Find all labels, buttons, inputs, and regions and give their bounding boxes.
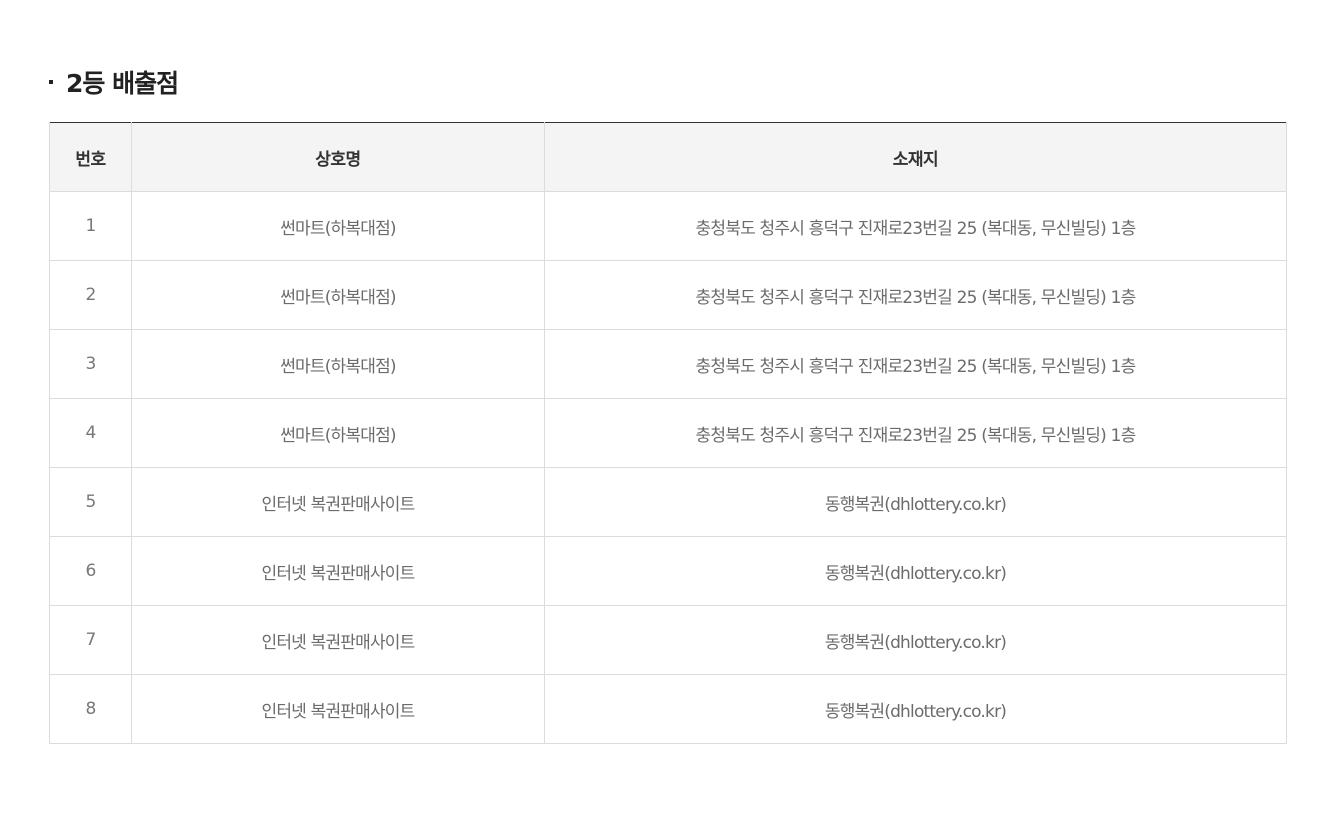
table-row: 1 썬마트(하복대점) 충청북도 청주시 흥덕구 진재로23번길 25 (복대동… bbox=[49, 191, 1287, 261]
row-store-name: 인터넷 복권판매사이트 bbox=[131, 674, 545, 744]
row-number: 7 bbox=[49, 605, 132, 675]
section-title: 2등 배출점 bbox=[49, 62, 1286, 106]
row-address: 충청북도 청주시 흥덕구 진재로23번길 25 (복대동, 무신빌딩) 1층 bbox=[544, 260, 1287, 330]
row-number: 3 bbox=[49, 329, 132, 399]
row-number: 5 bbox=[49, 467, 132, 537]
second-prize-stores-section: 2등 배출점 번호 상호명 소재지 1 썬마트(하복대점) 충청북도 청주시 흥… bbox=[49, 62, 1287, 744]
stores-table: 번호 상호명 소재지 1 썬마트(하복대점) 충청북도 청주시 흥덕구 진재로2… bbox=[49, 122, 1287, 744]
row-store-name: 인터넷 복권판매사이트 bbox=[131, 536, 545, 606]
row-address: 충청북도 청주시 흥덕구 진재로23번길 25 (복대동, 무신빌딩) 1층 bbox=[544, 329, 1287, 399]
header-address: 소재지 bbox=[544, 122, 1287, 192]
row-store-name: 썬마트(하복대점) bbox=[131, 191, 545, 261]
row-address: 동행복권(dhlottery.co.kr) bbox=[544, 674, 1287, 744]
table-header-row: 번호 상호명 소재지 bbox=[49, 122, 1287, 192]
header-number: 번호 bbox=[49, 122, 132, 192]
table-row: 2 썬마트(하복대점) 충청북도 청주시 흥덕구 진재로23번길 25 (복대동… bbox=[49, 260, 1287, 330]
table-row: 6 인터넷 복권판매사이트 동행복권(dhlottery.co.kr) bbox=[49, 536, 1287, 606]
row-address: 동행복권(dhlottery.co.kr) bbox=[544, 605, 1287, 675]
table-row: 5 인터넷 복권판매사이트 동행복권(dhlottery.co.kr) bbox=[49, 467, 1287, 537]
row-store-name: 인터넷 복권판매사이트 bbox=[131, 605, 545, 675]
header-store-name: 상호명 bbox=[131, 122, 545, 192]
row-number: 6 bbox=[49, 536, 132, 606]
row-store-name: 인터넷 복권판매사이트 bbox=[131, 467, 545, 537]
row-store-name: 썬마트(하복대점) bbox=[131, 260, 545, 330]
row-store-name: 썬마트(하복대점) bbox=[131, 398, 545, 468]
section-title-text: 2등 배출점 bbox=[66, 69, 179, 98]
row-number: 4 bbox=[49, 398, 132, 468]
row-address: 충청북도 청주시 흥덕구 진재로23번길 25 (복대동, 무신빌딩) 1층 bbox=[544, 191, 1287, 261]
row-number: 2 bbox=[49, 260, 132, 330]
row-store-name: 썬마트(하복대점) bbox=[131, 329, 545, 399]
table-row: 3 썬마트(하복대점) 충청북도 청주시 흥덕구 진재로23번길 25 (복대동… bbox=[49, 329, 1287, 399]
table-row: 4 썬마트(하복대점) 충청북도 청주시 흥덕구 진재로23번길 25 (복대동… bbox=[49, 398, 1287, 468]
row-address: 동행복권(dhlottery.co.kr) bbox=[544, 467, 1287, 537]
row-address: 동행복권(dhlottery.co.kr) bbox=[544, 536, 1287, 606]
bullet-icon bbox=[49, 80, 53, 84]
table-row: 8 인터넷 복권판매사이트 동행복권(dhlottery.co.kr) bbox=[49, 674, 1287, 744]
table-row: 7 인터넷 복권판매사이트 동행복권(dhlottery.co.kr) bbox=[49, 605, 1287, 675]
row-number: 1 bbox=[49, 191, 132, 261]
row-address: 충청북도 청주시 흥덕구 진재로23번길 25 (복대동, 무신빌딩) 1층 bbox=[544, 398, 1287, 468]
row-number: 8 bbox=[49, 674, 132, 744]
